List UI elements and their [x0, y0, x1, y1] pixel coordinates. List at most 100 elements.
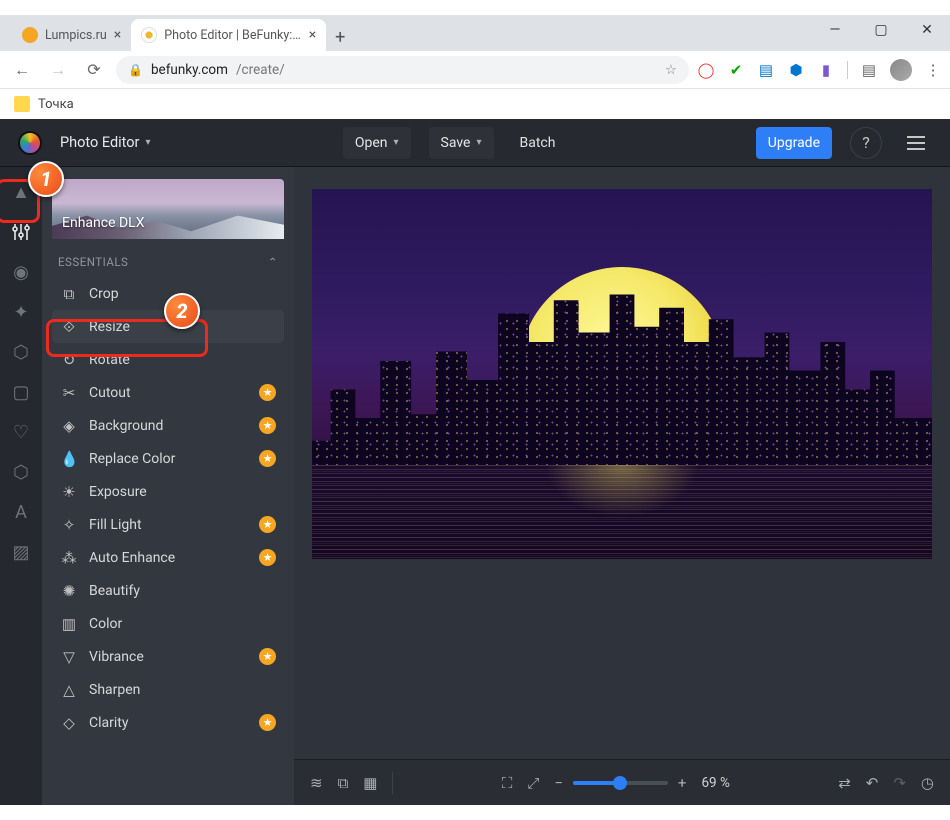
browser-tab-strip: Lumpics.ru × Photo Editor | BeFunky: Fre… — [0, 15, 950, 51]
shuffle-icon[interactable]: ⇄ — [838, 774, 851, 792]
fit-icon[interactable]: ⛶ — [502, 774, 513, 792]
edit-item-rotate[interactable]: ↻ Rotate — [52, 343, 284, 376]
mode-label: Photo Editor — [60, 134, 139, 151]
touchup-tab-icon[interactable]: ◉ — [10, 261, 32, 283]
exposure-icon: ☀ — [60, 483, 78, 501]
edit-item-fill[interactable]: ✧Fill Light★ — [52, 508, 284, 541]
window-maximize-icon[interactable]: ▢ — [858, 15, 904, 45]
effects-tab-icon[interactable]: ✦ — [10, 301, 32, 323]
annotation-badge-2: 2 — [164, 293, 200, 329]
edit-item-color[interactable]: ▥Color — [52, 607, 284, 640]
extension-icon[interactable]: ✔ — [727, 61, 745, 79]
extension-icon[interactable]: ▤ — [860, 61, 878, 79]
graphics-tab-icon[interactable]: ♡ — [10, 421, 32, 443]
reload-icon[interactable]: ⟳ — [80, 56, 108, 84]
item-label: Replace Color — [89, 451, 175, 467]
bookmark-folder-icon — [14, 96, 30, 112]
save-button[interactable]: Save▾ — [429, 127, 494, 159]
canvas-image[interactable] — [312, 189, 932, 559]
befunky-logo-icon[interactable] — [18, 131, 42, 155]
bookmark-item[interactable]: Точка — [38, 97, 74, 112]
zoom-label: 69 % — [701, 775, 729, 791]
back-icon[interactable]: ← — [8, 56, 36, 84]
premium-star-icon: ★ — [259, 516, 276, 533]
section-title: ESSENTIALS — [58, 255, 128, 269]
beautify-icon: ✺ — [60, 582, 78, 600]
open-button[interactable]: Open▾ — [343, 127, 411, 159]
rotate-icon: ↻ — [60, 351, 78, 369]
item-label: Sharpen — [89, 682, 140, 698]
edit-item-auto[interactable]: ⁂Auto Enhance★ — [52, 541, 284, 574]
item-label: Clarity — [89, 715, 128, 731]
edit-item-exposure[interactable]: ☀ Exposure — [52, 475, 284, 508]
layers-icon[interactable]: ≋ — [310, 774, 323, 792]
lock-icon: 🔒 — [128, 63, 143, 77]
text-tab-icon[interactable]: A — [10, 501, 32, 523]
item-label: Beautify — [89, 583, 140, 599]
help-icon[interactable]: ? — [850, 127, 882, 159]
batch-button[interactable]: Batch — [512, 135, 564, 151]
edit-item-replace[interactable]: 💧Replace Color★ — [52, 442, 284, 475]
annotation-badge-1: 1 — [28, 161, 64, 197]
extension-icon[interactable]: ⬢ — [787, 61, 805, 79]
section-header[interactable]: ESSENTIALS ⌃ — [52, 239, 284, 277]
vibrance-icon: ▽ — [60, 648, 78, 666]
expand-icon[interactable]: ⤢ — [527, 774, 539, 792]
textures-tab-icon[interactable]: ▨ — [10, 541, 32, 563]
zoom-slider[interactable]: − + — [554, 774, 686, 792]
resize-icon: ⟐ — [60, 318, 78, 336]
mode-selector[interactable]: Photo Editor ▾ — [60, 134, 151, 151]
artsy-tab-icon[interactable]: ⬡ — [10, 341, 32, 363]
window-close-icon[interactable]: ✕ — [904, 15, 950, 45]
frames-tab-icon[interactable]: ▢ — [10, 381, 32, 403]
replace-icon: 💧 — [60, 450, 78, 468]
premium-star-icon: ★ — [259, 549, 276, 566]
compare-icon[interactable]: ⧉ — [338, 774, 349, 792]
canvas-area: ≋ ⧉ ▦ ⛶ ⤢ − + 69 % ⇄ ↶ ↷ ◷ — [294, 167, 950, 805]
auto-icon: ⁂ — [60, 549, 78, 567]
item-label: Exposure — [89, 484, 147, 500]
enhance-dlx-card[interactable]: Enhance DLX — [52, 179, 284, 239]
bottom-toolbar: ≋ ⧉ ▦ ⛶ ⤢ − + 69 % ⇄ ↶ ↷ ◷ — [294, 759, 950, 805]
edit-item-bg[interactable]: ◈Background★ — [52, 409, 284, 442]
kebab-menu-icon[interactable]: ⋮ — [924, 61, 942, 79]
redo-icon[interactable]: ↷ — [893, 774, 906, 792]
edit-item-cutout[interactable]: ✂Cutout★ — [52, 376, 284, 409]
premium-star-icon: ★ — [259, 714, 276, 731]
url-field[interactable]: 🔒 befunky.com/create/ ☆ — [116, 56, 689, 84]
slider-thumb[interactable] — [613, 776, 627, 790]
grid-icon[interactable]: ▦ — [363, 774, 377, 792]
chevron-up-icon: ⌃ — [268, 255, 278, 269]
overlays-tab-icon[interactable]: ⬡ — [10, 461, 32, 483]
edit-item-sharpen[interactable]: △ Sharpen — [52, 673, 284, 706]
zoom-in-icon[interactable]: + — [678, 774, 687, 792]
premium-star-icon: ★ — [259, 417, 276, 434]
item-label: Rotate — [89, 352, 130, 368]
edit-item-vibrance[interactable]: ▽Vibrance★ — [52, 640, 284, 673]
window-minimize-icon[interactable]: — — [812, 15, 858, 45]
upgrade-button[interactable]: Upgrade — [756, 127, 832, 159]
extension-icon[interactable]: ▮ — [817, 61, 835, 79]
history-icon[interactable]: ◷ — [921, 774, 934, 792]
tab-inactive[interactable]: Lumpics.ru × — [12, 19, 131, 51]
url-domain: befunky.com — [151, 62, 228, 78]
edit-tab-icon[interactable] — [10, 221, 32, 243]
close-icon[interactable]: × — [114, 27, 121, 43]
edit-item-beautify[interactable]: ✺ Beautify — [52, 574, 284, 607]
close-icon[interactable]: × — [309, 27, 316, 43]
new-tab-button[interactable]: + — [326, 23, 354, 51]
tab-active[interactable]: Photo Editor | BeFunky: Free Onli × — [131, 19, 326, 51]
bookmark-star-icon[interactable]: ☆ — [665, 62, 677, 78]
edit-item-clarity[interactable]: ◇Clarity★ — [52, 706, 284, 739]
sharpen-icon: △ — [60, 681, 78, 699]
forward-icon[interactable]: → — [44, 56, 72, 84]
avatar[interactable] — [890, 59, 912, 81]
extension-icon[interactable]: ▤ — [757, 61, 775, 79]
extension-icon[interactable]: ◯ — [697, 61, 715, 79]
chevron-down-icon: ▾ — [476, 137, 481, 148]
hamburger-menu-icon[interactable] — [900, 127, 932, 159]
item-label: Resize — [89, 319, 130, 335]
color-icon: ▥ — [60, 615, 78, 633]
undo-icon[interactable]: ↶ — [866, 774, 879, 792]
zoom-out-icon[interactable]: − — [554, 774, 563, 792]
